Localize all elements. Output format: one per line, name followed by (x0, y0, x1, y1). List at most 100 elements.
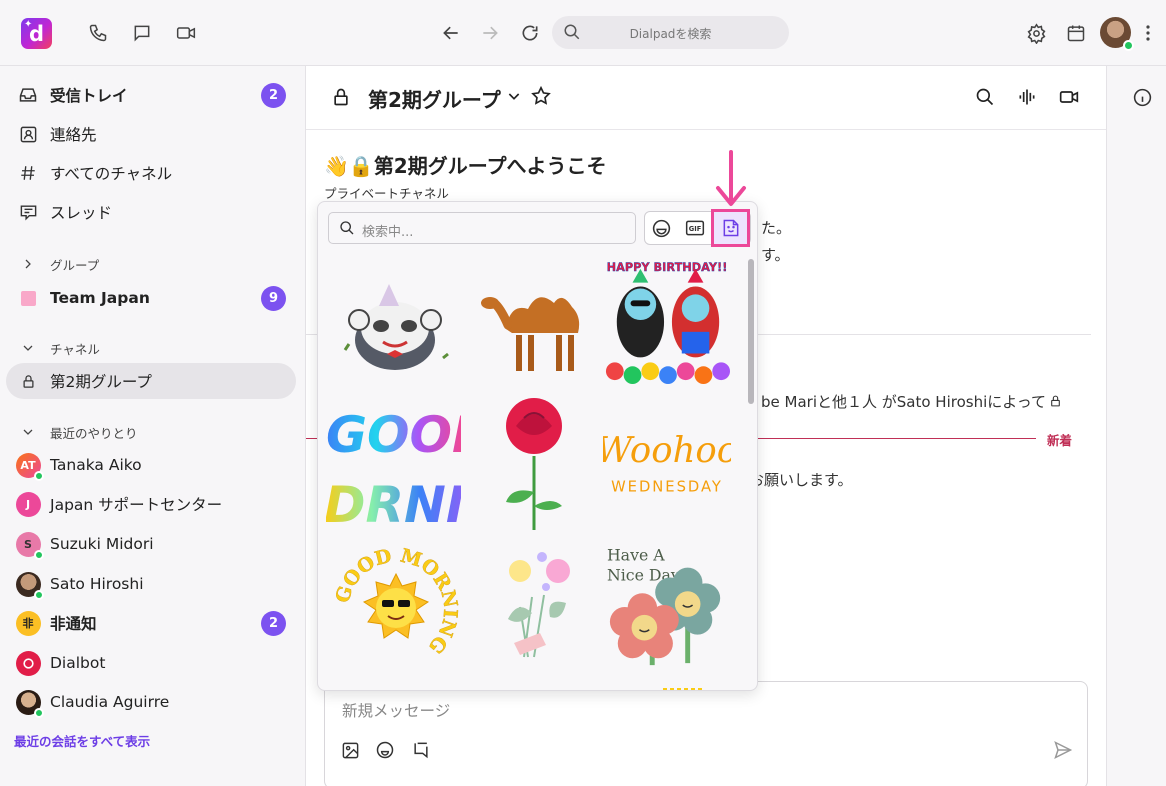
phone-icon[interactable] (85, 20, 111, 46)
right-rail (1106, 66, 1166, 786)
show-all-recent-link[interactable]: 最近の会話をすべて表示 (14, 731, 150, 750)
good-morning-rainbow-sticker[interactable]: GOOD DRNII (326, 396, 461, 532)
panda-party-sticker[interactable] (331, 262, 459, 398)
back-arrow-icon[interactable] (438, 20, 464, 46)
message-composer[interactable]: 新規メッセージ (324, 681, 1088, 786)
happy-birthday-penguins-sticker[interactable]: HAPPY BIRTHDAY!! (603, 254, 731, 388)
recent-section-header[interactable]: 最近のやりとり (6, 420, 138, 444)
emoji-icon[interactable] (373, 738, 397, 762)
rose-sticker[interactable] (470, 396, 598, 532)
have-a-nice-day-sticker[interactable]: Have A Nice Day (603, 539, 731, 675)
avatar: AT (15, 452, 44, 481)
svg-text:HAPPY BIRTHDAY!!: HAPPY BIRTHDAY!! (607, 260, 728, 274)
recent-item-sato[interactable]: Sato Hiroshi (6, 566, 296, 602)
more-menu-icon[interactable] (1138, 20, 1158, 46)
recent-item-suzuki[interactable]: S Suzuki Midori (6, 526, 296, 562)
chevron-right-icon (6, 258, 50, 270)
global-search-input[interactable]: Dialpadを検索 (552, 16, 789, 49)
recent-item-dialbot[interactable]: Dialbot (6, 645, 296, 681)
recent-item-label: Sato Hiroshi (50, 575, 144, 593)
message-text: た。 (761, 219, 792, 237)
sticker-tab[interactable] (711, 209, 750, 247)
sidebar-item-team-japan[interactable]: Team Japan 9 (6, 280, 296, 316)
chevron-down-icon (6, 342, 50, 354)
sticker-icon[interactable] (409, 738, 433, 762)
gear-icon[interactable] (1023, 20, 1049, 46)
composer-placeholder: 新規メッセージ (342, 702, 451, 720)
picker-tabs: GIF (644, 209, 751, 247)
avatar: J (15, 491, 41, 517)
info-icon[interactable] (1132, 87, 1153, 112)
unknown-count-badge: 2 (261, 611, 286, 636)
group-color-icon (6, 290, 50, 306)
good-morning-sun-sticker[interactable]: GOOD MORNING (328, 539, 463, 675)
sidebar-item-all-channels[interactable]: すべてのチャネル (6, 155, 296, 191)
sidebar: 受信トレイ 2 連絡先 すべてのチャネル スレッド グループ Team Japa… (0, 66, 306, 786)
avatar: 非 (15, 610, 41, 636)
recent-item-label: Suzuki Midori (50, 535, 154, 553)
sidebar-item-label: 連絡先 (50, 126, 97, 144)
recent-item-tanaka[interactable]: AT Tanaka Aiko (6, 447, 296, 483)
recent-item-claudia[interactable]: Claudia Aguirre (6, 684, 296, 720)
groups-section-header[interactable]: グループ (6, 252, 99, 276)
sidebar-item-label: スレッド (50, 204, 113, 222)
lock-icon (331, 87, 351, 111)
sidebar-item-channel-2[interactable]: 第2期グループ (6, 363, 296, 399)
threads-icon (6, 203, 50, 222)
sidebar-item-contacts[interactable]: 連絡先 (6, 116, 296, 152)
new-messages-label: 新着 (1047, 433, 1073, 448)
contacts-icon (6, 125, 50, 144)
sidebar-item-threads[interactable]: スレッド (6, 194, 296, 230)
calendar-icon[interactable] (1063, 20, 1089, 46)
avatar (15, 571, 44, 600)
video-call-icon[interactable] (1058, 87, 1080, 111)
camel-sticker[interactable] (470, 262, 598, 398)
svg-text:Have A: Have A (607, 546, 665, 565)
sticker-picker: 検索中... GIF HAPPY BIRTHDAY!! GOO DRN Wooh… (317, 201, 758, 691)
message-text: す。 (761, 246, 790, 264)
sticker-search-input[interactable]: 検索中... (328, 212, 636, 244)
channel-header: 第2期グループ (306, 66, 1106, 130)
recent-item-label: Dialbot (50, 654, 106, 672)
send-icon[interactable] (1051, 738, 1075, 762)
video-icon[interactable] (173, 20, 199, 46)
svg-text:WEDNESDAY: WEDNESDAY (611, 479, 723, 496)
recent-item-japan-support[interactable]: J Japan サポートセンター (6, 486, 296, 522)
gif-tab[interactable]: GIF (678, 212, 711, 244)
avatar: S (15, 531, 44, 560)
svg-text:GIF: GIF (688, 225, 701, 233)
chevron-down-icon[interactable] (506, 88, 522, 108)
avatar (15, 689, 44, 718)
image-icon[interactable] (338, 738, 362, 762)
channel-title[interactable]: 第2期グループ (368, 84, 501, 113)
sidebar-item-inbox[interactable]: 受信トレイ 2 (6, 77, 296, 113)
recent-item-unknown[interactable]: 非 非通知 2 (6, 605, 296, 641)
recent-item-label: Tanaka Aiko (50, 456, 142, 474)
emoji-tab[interactable] (645, 212, 678, 244)
sticker-grid: HAPPY BIRTHDAY!! GOOD DRNII (318, 254, 746, 690)
svg-text:DRNII: DRNII (326, 476, 461, 532)
lock-icon (1051, 395, 1060, 407)
sidebar-item-label: すべてのチャネル (50, 165, 173, 183)
team-japan-count-badge: 9 (261, 286, 286, 311)
recent-item-label: Japan サポートセンター (50, 496, 223, 514)
channels-section-header[interactable]: チャネル (6, 336, 100, 360)
reload-icon[interactable] (517, 20, 543, 46)
inbox-icon (6, 85, 50, 105)
svg-text:Woohoo: Woohoo (603, 430, 731, 471)
star-icon[interactable] (530, 85, 552, 111)
forward-arrow-icon[interactable] (477, 20, 503, 46)
flower-bouquet-sticker[interactable] (470, 539, 598, 675)
message-icon[interactable] (129, 20, 155, 46)
message-text: お願いします。 (749, 471, 853, 489)
search-icon[interactable] (975, 87, 995, 111)
lock-icon (6, 374, 50, 389)
sidebar-item-label: 受信トレイ (50, 87, 128, 105)
message-text: be Mariと他１人 がSato Hiroshiによって (761, 391, 1062, 412)
user-avatar[interactable] (1100, 17, 1134, 51)
audio-call-icon[interactable] (1017, 87, 1037, 111)
sticker-scrollbar[interactable] (748, 259, 754, 404)
top-bar: ✦ d Dialpadを検索 (0, 0, 1166, 66)
woohoo-wednesday-sticker[interactable]: Woohoo WEDNESDAY (603, 396, 731, 532)
dialpad-logo[interactable]: ✦ d (21, 18, 52, 49)
